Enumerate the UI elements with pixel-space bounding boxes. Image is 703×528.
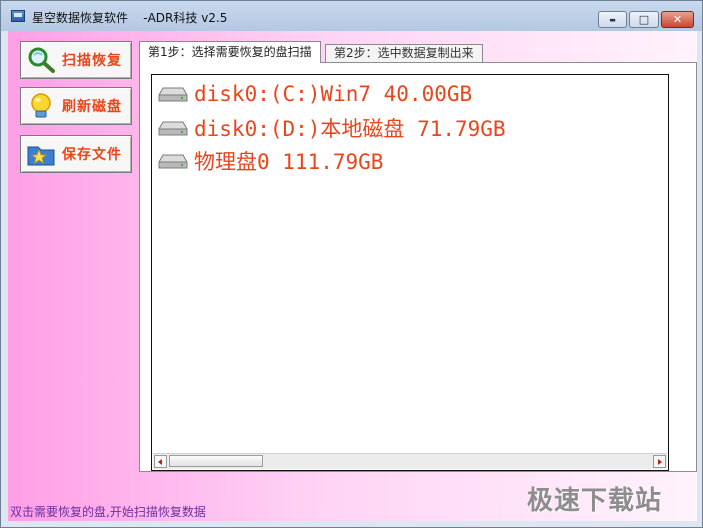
list-item[interactable]: disk0:(D:)本地磁盘 71.79GB bbox=[158, 113, 506, 143]
hard-drive-icon bbox=[158, 119, 188, 137]
hard-drive-icon bbox=[158, 85, 188, 103]
minimize-icon: ▬ bbox=[609, 15, 616, 24]
lightbulb-icon bbox=[26, 92, 56, 120]
refresh-disk-button[interactable]: 刷新磁盘 bbox=[20, 87, 132, 125]
scroll-right-button[interactable] bbox=[653, 455, 666, 468]
star-folder-icon bbox=[26, 140, 56, 168]
tab-step2[interactable]: 第2步：选中数据复制出来 bbox=[325, 44, 483, 62]
title-bar[interactable]: 星空数据恢复软件 -ADR科技 v2.5 ▬ □ ✕ bbox=[1, 1, 702, 31]
window-title: 星空数据恢复软件 -ADR科技 v2.5 bbox=[32, 11, 228, 25]
save-file-button[interactable]: 保存文件 bbox=[20, 135, 132, 173]
disk-label: 物理盘0 111.79GB bbox=[194, 150, 384, 174]
close-icon: ✕ bbox=[672, 13, 683, 26]
refresh-disk-label: 刷新磁盘 bbox=[62, 99, 122, 115]
status-text: 双击需要恢复的盘,开始扫描恢复数据 bbox=[10, 505, 206, 519]
save-file-label: 保存文件 bbox=[62, 147, 122, 163]
scroll-left-button[interactable] bbox=[154, 455, 167, 468]
scan-recover-button[interactable]: 扫描恢复 bbox=[20, 41, 132, 79]
scan-recover-label: 扫描恢复 bbox=[62, 53, 122, 69]
list-item[interactable]: disk0:(C:)Win7 40.00GB bbox=[158, 79, 472, 109]
disk-list[interactable]: disk0:(C:)Win7 40.00GB disk0:(D:)本地磁盘 71… bbox=[151, 74, 669, 471]
disk-label: disk0:(D:)本地磁盘 71.79GB bbox=[194, 117, 506, 141]
watermark-text: 极速下载站 bbox=[527, 486, 663, 516]
minimize-button[interactable]: ▬ bbox=[598, 11, 627, 28]
app-icon bbox=[11, 10, 25, 22]
client-area: 扫描恢复 刷新磁盘 保存文件 第1步：选择需要恢复的盘扫描 第2步：选中数据复制… bbox=[8, 31, 697, 521]
scroll-thumb[interactable] bbox=[169, 455, 263, 467]
disk-label: disk0:(C:)Win7 40.00GB bbox=[194, 82, 473, 106]
tab-step1[interactable]: 第1步：选择需要恢复的盘扫描 bbox=[139, 41, 321, 63]
close-button[interactable]: ✕ bbox=[661, 11, 694, 28]
list-item[interactable]: 物理盘0 111.79GB bbox=[158, 146, 383, 176]
horizontal-scrollbar[interactable] bbox=[153, 453, 667, 469]
hard-drive-icon bbox=[158, 152, 188, 170]
maximize-button[interactable]: □ bbox=[629, 11, 659, 28]
app-window: 星空数据恢复软件 -ADR科技 v2.5 ▬ □ ✕ 扫描恢复 刷新磁盘 保存文… bbox=[0, 0, 703, 528]
magnifier-icon bbox=[26, 46, 56, 74]
maximize-icon: □ bbox=[638, 13, 650, 26]
